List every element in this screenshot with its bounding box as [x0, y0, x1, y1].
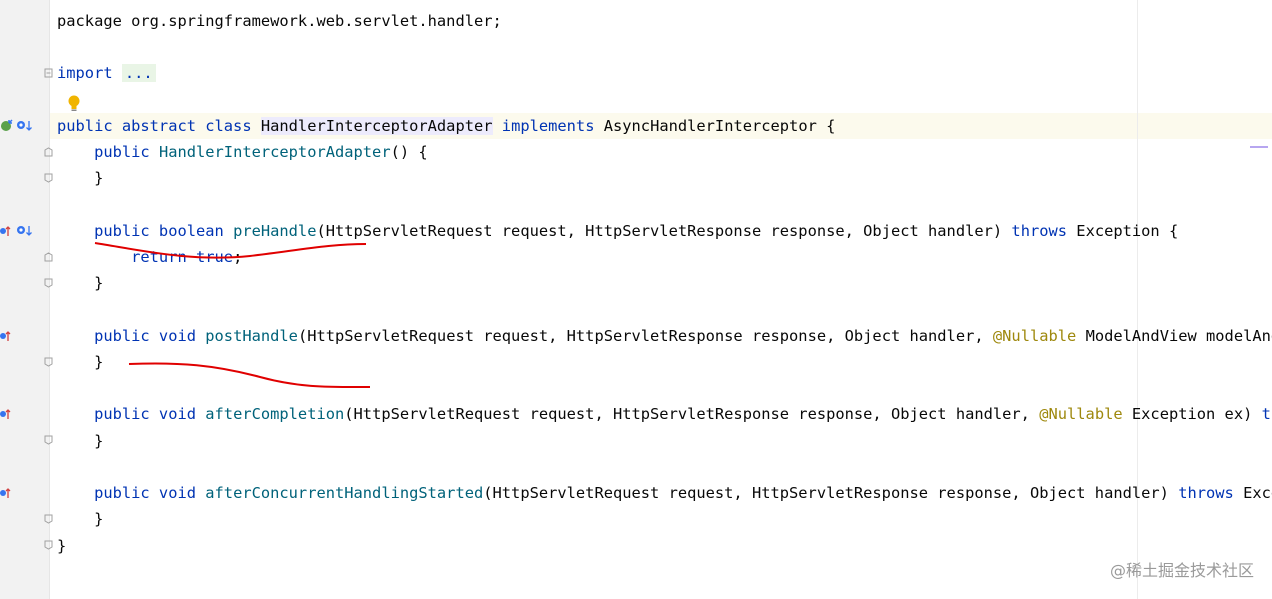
watermark: @稀土掘金技术社区: [1109, 561, 1254, 580]
red-underline-prehandle: [94, 242, 367, 259]
red-annotation-layer: [94, 242, 371, 389]
red-underline-posthandle: [128, 362, 371, 389]
